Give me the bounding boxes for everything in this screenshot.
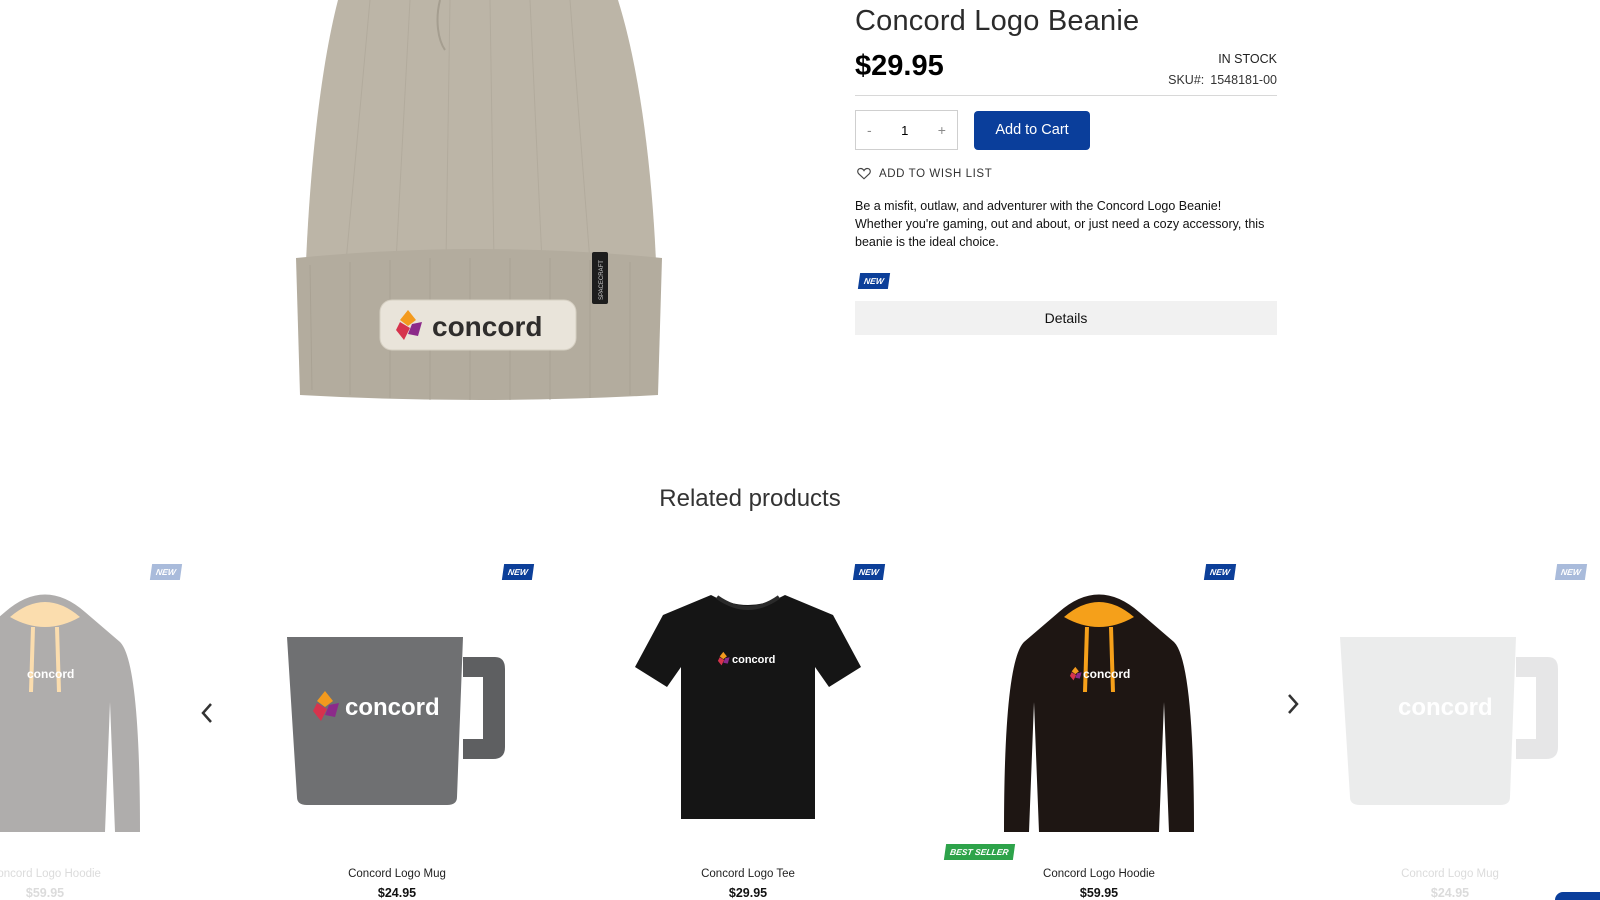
tee-logo-text: concord (732, 654, 775, 666)
new-badge: NEW (857, 273, 890, 289)
quantity-increase-button[interactable]: + (938, 122, 946, 138)
sku-value: 1548181-00 (1210, 73, 1277, 87)
tee-image: concord (635, 595, 861, 819)
hoodie-logo-text: concord (1083, 667, 1130, 681)
add-to-wish-list-link[interactable]: ADD TO WISH LIST (857, 167, 1277, 180)
hoodie-image: concord (0, 594, 140, 832)
new-badge: NEW (502, 564, 535, 580)
product-card-image: concord (247, 582, 547, 832)
product-card-price: $59.95 (1079, 886, 1119, 900)
product-card-price: $29.95 (728, 886, 768, 900)
mug-image: concord (1340, 637, 1558, 805)
new-badge-container: NEW (857, 271, 1277, 289)
sku: SKU#: 1548181-00 (1168, 73, 1277, 87)
add-to-cart-button[interactable]: Add to Cart (974, 110, 1090, 150)
product-card-name: Concord Logo Hoodie (1043, 868, 1155, 880)
product-card[interactable]: NEW concord Concord Logo Hoodie $59.95 (0, 560, 195, 900)
product-info: Concord Logo Beanie $29.95 IN STOCK SKU#… (855, 0, 1277, 335)
floating-action-button[interactable] (1555, 892, 1600, 900)
mug-image: concord (287, 637, 505, 805)
quantity-decrease-button[interactable]: - (867, 122, 872, 138)
product-card[interactable]: NEW concord Concord Logo Tee $29.95 (598, 560, 898, 900)
related-products-title: Related products (659, 485, 841, 512)
product-card-image: concord (0, 582, 195, 832)
new-badge: NEW (853, 564, 886, 580)
chevron-right-icon (1288, 694, 1299, 714)
mug-logo-text: concord (1398, 694, 1493, 721)
best-seller-badge: BEST SELLER (943, 844, 1015, 860)
product-card-name: Concord Logo Tee (701, 868, 795, 880)
new-badge: NEW (1204, 564, 1237, 580)
product-card-image: concord (949, 582, 1249, 832)
product-card-price: $24.95 (377, 886, 417, 900)
product-card-image: concord (598, 582, 898, 832)
chevron-left-icon (201, 703, 212, 723)
product-card[interactable]: NEW concord BEST SELLER Concord Logo Hoo… (943, 560, 1249, 900)
stock-block: IN STOCK SKU#: 1548181-00 (1168, 52, 1277, 87)
product-card[interactable]: NEW concord Concord Logo Mug $24.95 (1300, 560, 1600, 900)
quantity-input[interactable] (889, 122, 920, 138)
product-description: Be a misfit, outlaw, and adventurer with… (855, 199, 1265, 249)
product-card-image: concord (1300, 582, 1600, 832)
carousel-next-button[interactable] (1278, 689, 1308, 719)
hoodie-image: concord (1004, 594, 1194, 832)
product-image: concord SPACECRAFT (290, 0, 680, 410)
beanie-image: concord SPACECRAFT (296, 0, 662, 400)
details-accordion[interactable]: Details (855, 301, 1277, 335)
sku-label: SKU#: (1168, 73, 1205, 87)
product-card-name: Concord Logo Mug (348, 868, 446, 880)
mug-logo-text: concord (345, 694, 440, 721)
heart-icon (857, 167, 871, 180)
cart-row: - + Add to Cart (855, 110, 1277, 150)
beanie-logo-text: concord (432, 311, 542, 342)
product-price: $29.95 (855, 50, 944, 82)
hoodie-logo-text: concord (27, 667, 74, 681)
product-title: Concord Logo Beanie (855, 5, 1140, 37)
beanie-tag-text: SPACECRAFT (599, 260, 605, 300)
quantity-stepper: - + (855, 110, 958, 150)
product-card[interactable]: NEW concord Concord Logo Mug $24.95 (247, 560, 547, 900)
product-card-name: Concord Logo Hoodie (0, 868, 101, 880)
wish-list-label: ADD TO WISH LIST (879, 167, 993, 180)
new-badge: NEW (150, 564, 183, 580)
carousel-prev-button[interactable] (192, 698, 222, 728)
product-card-price: $59.95 (25, 886, 65, 900)
product-card-name: Concord Logo Mug (1401, 868, 1499, 880)
stock-status: IN STOCK (1218, 52, 1277, 66)
new-badge: NEW (1555, 564, 1588, 580)
price-row: $29.95 IN STOCK SKU#: 1548181-00 (855, 46, 1277, 96)
